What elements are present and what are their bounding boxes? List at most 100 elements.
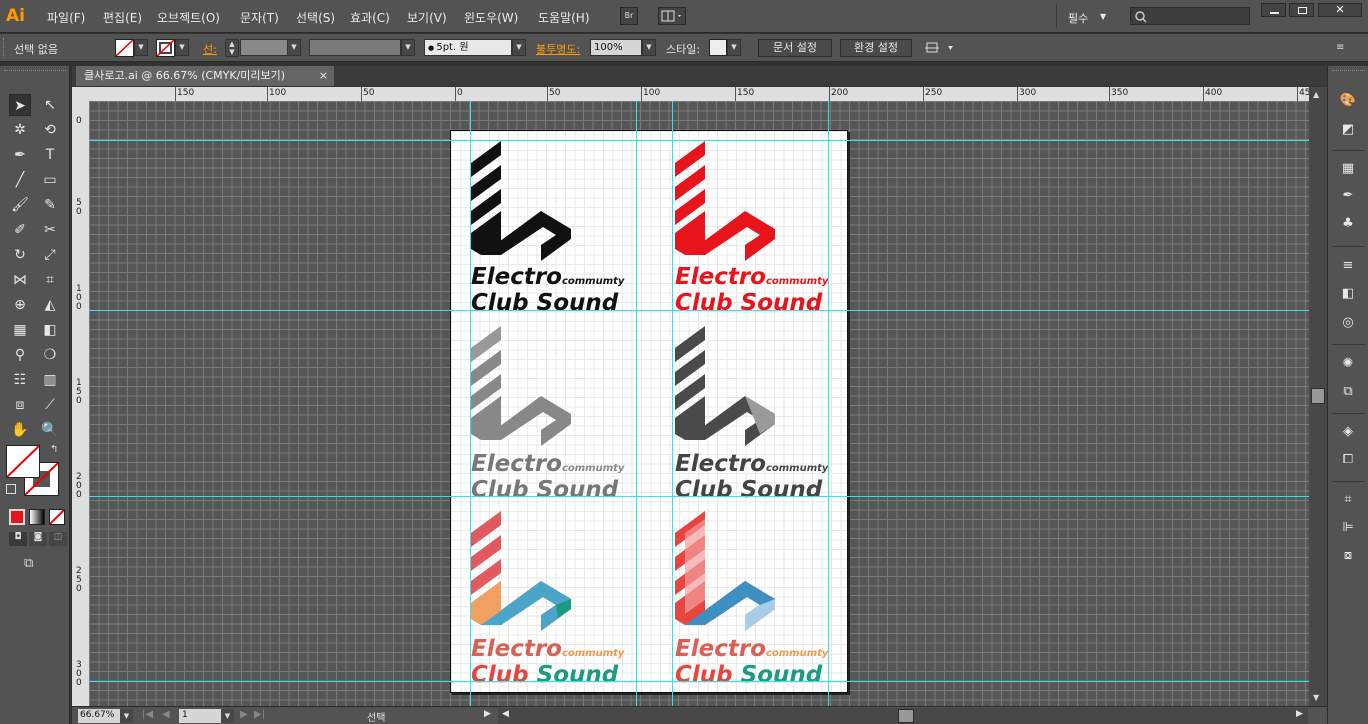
- scroll-thumb[interactable]: [1311, 388, 1325, 404]
- last-artboard-icon[interactable]: ▶|: [254, 709, 265, 720]
- eyedropper-tool-icon[interactable]: ⚲: [9, 344, 31, 366]
- search-input[interactable]: [1130, 7, 1250, 25]
- stroke-weight-input[interactable]: [240, 39, 288, 56]
- brush-dropdown[interactable]: ▼: [512, 39, 526, 56]
- menu-window[interactable]: 윈도우(W): [464, 9, 518, 26]
- minimize-button[interactable]: [1261, 3, 1286, 17]
- line-tool-icon[interactable]: ╱: [9, 169, 31, 191]
- stroke-panel-icon[interactable]: ≡: [1338, 256, 1358, 276]
- menu-effect[interactable]: 효과(C): [350, 9, 390, 26]
- none-mode-button[interactable]: [49, 509, 65, 525]
- panel-grip[interactable]: [1332, 70, 1365, 73]
- stroke-weight-stepper[interactable]: ▲ ▼: [225, 39, 239, 57]
- artboard-tool-icon[interactable]: ⧈: [9, 394, 31, 416]
- arrange-documents-button[interactable]: [658, 7, 686, 25]
- zoom-tool-icon[interactable]: 🔍: [39, 419, 61, 441]
- menu-edit[interactable]: 편집(E): [103, 9, 142, 26]
- ruler-origin[interactable]: [72, 87, 89, 101]
- logo-gray-light[interactable]: [471, 326, 571, 446]
- layers-panel-icon[interactable]: ◈: [1338, 422, 1358, 442]
- vertical-scrollbar[interactable]: ▲ ▼: [1309, 87, 1327, 706]
- document-setup-button[interactable]: 문서 설정: [758, 39, 832, 57]
- blend-tool-icon[interactable]: ❍: [39, 344, 61, 366]
- symbol-sprayer-tool-icon[interactable]: ☷: [9, 369, 31, 391]
- restore-button[interactable]: [1289, 3, 1314, 17]
- paintbrush-tool-icon[interactable]: 🖌: [9, 194, 31, 216]
- artboards-panel-icon[interactable]: ⧠: [1338, 450, 1358, 470]
- menu-help[interactable]: 도움말(H): [538, 9, 590, 26]
- opacity-dropdown[interactable]: ▼: [642, 39, 656, 56]
- chevron-down-icon[interactable]: ▼: [1100, 12, 1106, 21]
- gradient-mode-button[interactable]: [29, 509, 45, 525]
- document-tab[interactable]: 클사로고.ai @ 66.67% (CMYK/미리보기) ×: [76, 66, 334, 86]
- scissors-tool-icon[interactable]: ✂: [39, 219, 61, 241]
- align-options-button[interactable]: [924, 40, 958, 56]
- rectangle-tool-icon[interactable]: ▭: [39, 169, 61, 191]
- stroke-dropdown[interactable]: ▼: [175, 39, 189, 56]
- previous-artboard-icon[interactable]: ◀: [162, 709, 170, 720]
- gradient-panel-icon[interactable]: ◧: [1338, 284, 1358, 304]
- panel-grip[interactable]: [3, 38, 6, 58]
- type-tool-icon[interactable]: T: [39, 144, 61, 166]
- artboard-dropdown[interactable]: ▼: [221, 709, 234, 723]
- mesh-tool-icon[interactable]: ▦: [9, 319, 31, 341]
- scroll-thumb[interactable]: [898, 709, 914, 723]
- menu-view[interactable]: 보기(V): [407, 9, 447, 26]
- draw-behind-icon[interactable]: ◙: [29, 532, 47, 546]
- next-artboard-icon[interactable]: ▶: [240, 709, 248, 720]
- logo-black[interactable]: [471, 141, 571, 261]
- brushes-panel-icon[interactable]: ✒: [1338, 186, 1358, 206]
- color-mode-button[interactable]: [9, 509, 25, 525]
- slice-tool-icon[interactable]: ⟋: [39, 394, 61, 416]
- swatches-panel-icon[interactable]: ▦: [1338, 159, 1358, 179]
- hand-tool-icon[interactable]: ✋: [9, 419, 31, 441]
- guide-vertical[interactable]: [828, 101, 829, 706]
- logo-gray-dark[interactable]: [675, 326, 775, 446]
- menu-select[interactable]: 선택(S): [296, 9, 335, 26]
- pen-tool-icon[interactable]: ✒: [9, 144, 31, 166]
- selection-tool-icon[interactable]: ➤: [9, 94, 31, 116]
- brush-definition[interactable]: ● 5pt. 원: [424, 39, 512, 56]
- menu-object[interactable]: 오브젝트(O): [157, 9, 220, 26]
- stroke-swatch[interactable]: [156, 39, 175, 57]
- guide-horizontal[interactable]: [89, 140, 1309, 141]
- stroke-label[interactable]: 선:: [203, 41, 217, 57]
- canvas[interactable]: Electrocommumty Club Sound Electrocommumt…: [89, 101, 1309, 706]
- transparency-panel-icon[interactable]: ◎: [1338, 313, 1358, 333]
- width-tool-icon[interactable]: ⋈: [9, 269, 31, 291]
- artboard-number-input[interactable]: 1: [179, 709, 221, 723]
- default-colors-icon[interactable]: [6, 484, 16, 494]
- pathfinder-panel-icon[interactable]: ⧇: [1338, 546, 1358, 566]
- screen-mode-icon[interactable]: ⧉: [24, 556, 46, 572]
- blob-brush-tool-icon[interactable]: ✐: [9, 219, 31, 241]
- draw-normal-icon[interactable]: ◘: [9, 532, 27, 546]
- free-transform-tool-icon[interactable]: ⌗: [39, 269, 61, 291]
- menu-file[interactable]: 파일(F): [47, 9, 85, 26]
- guide-vertical[interactable]: [672, 101, 673, 706]
- profile-dropdown[interactable]: ▼: [401, 39, 415, 56]
- vertical-ruler[interactable]: 0 5 0 1 0 0 1 5 0 2 0 0 2 5 0 3 0 0: [72, 101, 89, 706]
- transform-panel-icon[interactable]: ⌗: [1338, 490, 1358, 510]
- guide-vertical[interactable]: [470, 101, 471, 706]
- gradient-tool-icon[interactable]: ◧: [39, 319, 61, 341]
- guide-vertical[interactable]: [636, 101, 637, 706]
- style-dropdown[interactable]: ▼: [727, 39, 741, 56]
- preferences-button[interactable]: 환경 설정: [840, 39, 912, 57]
- guide-horizontal[interactable]: [89, 496, 1309, 497]
- bridge-button[interactable]: Br: [620, 7, 638, 25]
- stroke-weight-dropdown[interactable]: ▼: [287, 39, 301, 56]
- fill-color-box[interactable]: [6, 445, 40, 478]
- appearance-panel-icon[interactable]: ✺: [1338, 354, 1358, 374]
- opacity-label[interactable]: 불투명도:: [536, 41, 580, 57]
- menu-type[interactable]: 문자(T): [240, 9, 279, 26]
- close-tab-icon[interactable]: ×: [319, 66, 328, 86]
- graphic-styles-panel-icon[interactable]: ⧉: [1338, 382, 1358, 402]
- scroll-left-icon[interactable]: ◀: [502, 709, 509, 719]
- logo-color-2[interactable]: [675, 511, 775, 631]
- close-window-button[interactable]: ✕: [1318, 3, 1362, 17]
- workspace-switcher[interactable]: 필수: [1068, 10, 1088, 26]
- status-menu-icon[interactable]: ▶: [484, 709, 491, 719]
- opacity-input[interactable]: 100%: [590, 39, 642, 56]
- lasso-tool-icon[interactable]: ⟲: [39, 119, 61, 141]
- scale-tool-icon[interactable]: ⤢: [39, 244, 61, 266]
